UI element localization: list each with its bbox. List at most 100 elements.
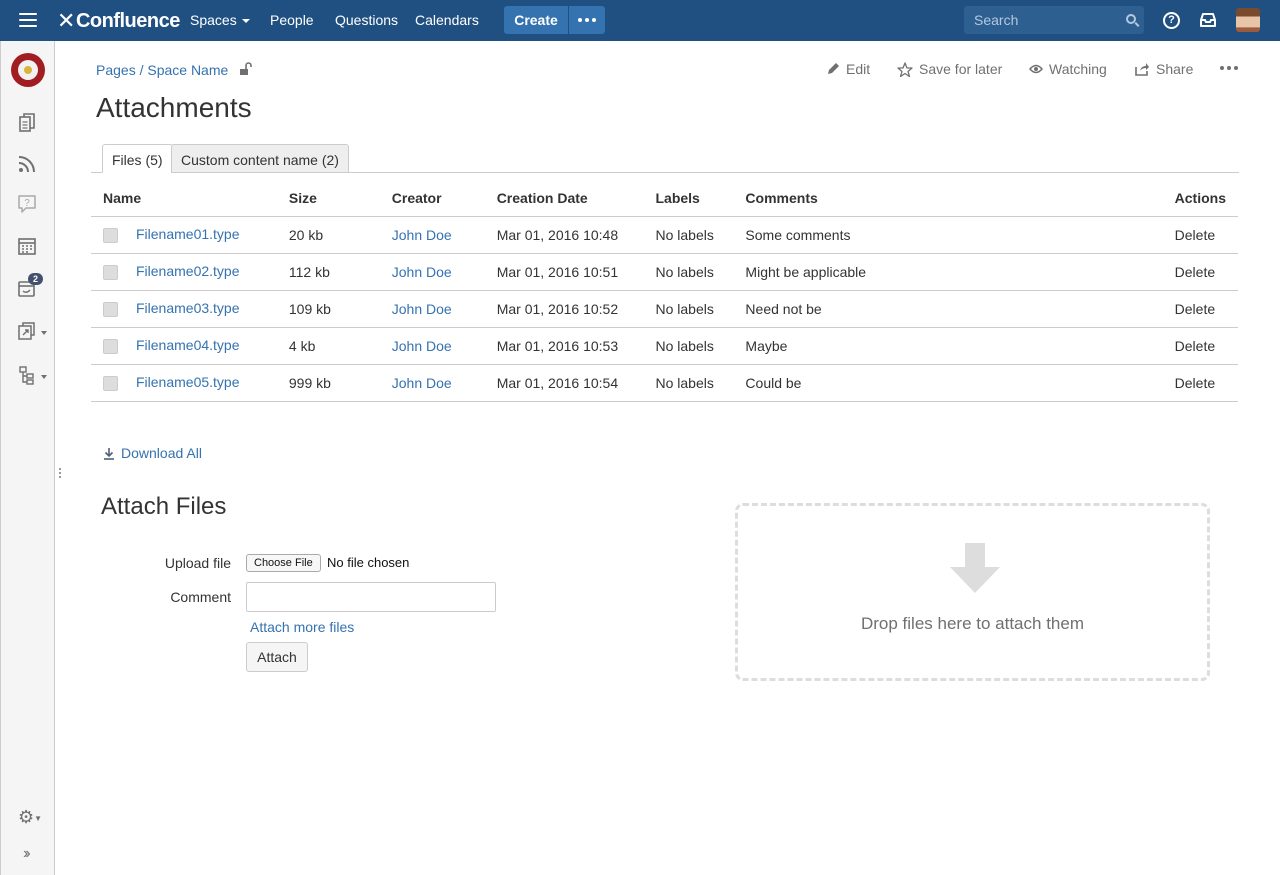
file-checkbox[interactable] xyxy=(103,375,118,391)
delete-button[interactable]: Delete xyxy=(1162,216,1238,254)
attach-more-files-link[interactable]: Attach more files xyxy=(250,619,354,635)
file-checkbox[interactable] xyxy=(103,338,118,354)
more-actions-button[interactable] xyxy=(1220,66,1238,70)
comment-cell: Need not be xyxy=(733,290,1163,328)
sidebar: ? 2 ⚙▼ ›› xyxy=(0,41,55,875)
create-button[interactable]: Create xyxy=(504,6,568,34)
creator-link[interactable]: John Doe xyxy=(379,253,485,291)
edit-button[interactable]: Edit xyxy=(826,61,870,77)
notification-badge: 2 xyxy=(28,273,44,285)
size-cell: 109 kb xyxy=(276,290,380,328)
size-cell: 4 kb xyxy=(276,327,380,365)
delete-button[interactable]: Delete xyxy=(1162,327,1238,365)
pages-icon[interactable] xyxy=(17,113,37,133)
attach-files-heading: Attach Files xyxy=(101,493,227,520)
watching-button[interactable]: Watching xyxy=(1029,61,1107,77)
nav-spaces[interactable]: Spaces xyxy=(190,12,250,28)
date-cell: Mar 01, 2016 10:52 xyxy=(484,290,644,328)
column-header-name: Name xyxy=(91,180,277,217)
comment-cell: Some comments xyxy=(733,216,1163,254)
file-checkbox[interactable] xyxy=(103,227,118,243)
calendar-icon[interactable] xyxy=(17,236,37,256)
chevron-down-icon[interactable] xyxy=(41,331,47,335)
attach-button[interactable]: Attach xyxy=(246,642,308,672)
date-cell: Mar 01, 2016 10:51 xyxy=(484,253,644,291)
download-all-link[interactable]: Download All xyxy=(103,445,202,461)
search-input[interactable]: Search xyxy=(964,6,1144,34)
edit-label: Edit xyxy=(846,61,871,77)
creator-link[interactable]: John Doe xyxy=(379,327,485,365)
file-checkbox[interactable] xyxy=(103,301,118,317)
user-avatar[interactable] xyxy=(1236,8,1260,32)
nav-calendars[interactable]: Calendars xyxy=(415,12,479,28)
search-icon xyxy=(1126,14,1136,24)
expand-sidebar-icon[interactable]: ›› xyxy=(23,845,30,863)
file-link[interactable]: Filename05.type xyxy=(136,374,240,390)
shortcuts-icon[interactable] xyxy=(17,321,37,341)
size-cell: 112 kb xyxy=(276,253,380,291)
labels-cell: No labels xyxy=(643,327,734,365)
svg-text:?: ? xyxy=(24,198,30,209)
nav-spaces-label: Spaces xyxy=(190,12,237,28)
table-row: Filename01.type 20 kb John Doe Mar 01, 2… xyxy=(91,216,1238,254)
help-icon[interactable]: ? xyxy=(1163,12,1180,29)
comment-cell: Might be applicable xyxy=(733,253,1163,291)
file-link[interactable]: Filename04.type xyxy=(136,337,240,353)
tab-files[interactable]: Files (5) xyxy=(102,144,173,173)
attachment-tabs: Files (5) Custom content name (2) xyxy=(91,144,1239,173)
nav-people[interactable]: People xyxy=(270,12,314,28)
unlocked-icon[interactable] xyxy=(239,62,252,76)
nav-questions[interactable]: Questions xyxy=(335,12,398,28)
notifications-icon[interactable] xyxy=(1200,13,1216,27)
breadcrumb[interactable]: Pages / Space Name xyxy=(96,62,228,78)
table-row: Filename03.type 109 kb John Doe Mar 01, … xyxy=(91,290,1238,328)
creator-link[interactable]: John Doe xyxy=(379,290,485,328)
page-title: Attachments xyxy=(96,92,252,123)
questions-icon[interactable]: ? xyxy=(17,194,37,214)
file-link[interactable]: Filename01.type xyxy=(136,226,240,242)
menu-icon[interactable] xyxy=(19,13,37,27)
delete-button[interactable]: Delete xyxy=(1162,290,1238,328)
creator-link[interactable]: John Doe xyxy=(379,364,485,402)
labels-cell: No labels xyxy=(643,216,734,254)
share-button[interactable]: Share xyxy=(1134,61,1193,77)
table-row: Filename05.type 999 kb John Doe Mar 01, … xyxy=(91,364,1238,402)
page-tree-icon[interactable] xyxy=(17,365,37,385)
table-header-row: Name Size Creator Creation Date Labels C… xyxy=(91,180,1238,217)
date-cell: Mar 01, 2016 10:48 xyxy=(484,216,644,254)
search-placeholder: Search xyxy=(974,12,1019,28)
save-for-later-button[interactable]: Save for later xyxy=(897,61,1002,77)
file-checkbox[interactable] xyxy=(103,264,118,280)
create-more-button[interactable] xyxy=(569,6,605,34)
comment-label: Comment xyxy=(170,589,231,605)
logo-text: Confluence xyxy=(75,9,180,32)
gear-icon[interactable]: ⚙▼ xyxy=(18,807,42,828)
rss-feed-icon[interactable] xyxy=(17,154,37,174)
column-header-size: Size xyxy=(276,180,380,217)
comment-field[interactable] xyxy=(246,582,496,612)
choose-file-button[interactable]: Choose File xyxy=(246,554,321,572)
confluence-logo[interactable]: ✕ Confluence xyxy=(57,8,180,34)
tab-custom-content[interactable]: Custom content name (2) xyxy=(171,144,349,173)
name-cell: Filename04.type xyxy=(91,327,277,365)
name-cell: Filename03.type xyxy=(91,290,277,328)
download-icon xyxy=(104,447,114,460)
file-drop-zone[interactable]: Drop files here to attach them xyxy=(735,503,1210,681)
star-icon xyxy=(897,61,913,77)
space-logo[interactable] xyxy=(11,53,45,87)
comment-cell: Could be xyxy=(733,364,1163,402)
table-row: Filename04.type 4 kb John Doe Mar 01, 20… xyxy=(91,327,1238,365)
size-cell: 999 kb xyxy=(276,364,380,402)
eye-icon xyxy=(1029,64,1043,74)
sidebar-resize-handle[interactable] xyxy=(59,468,62,482)
delete-button[interactable]: Delete xyxy=(1162,364,1238,402)
delete-button[interactable]: Delete xyxy=(1162,253,1238,291)
name-cell: Filename02.type xyxy=(91,253,277,291)
chevron-down-icon[interactable] xyxy=(41,375,47,379)
size-cell: 20 kb xyxy=(276,216,380,254)
arrow-down-icon xyxy=(950,543,1000,593)
file-link[interactable]: Filename03.type xyxy=(136,300,240,316)
creator-link[interactable]: John Doe xyxy=(379,216,485,254)
file-link[interactable]: Filename02.type xyxy=(136,263,240,279)
pencil-icon xyxy=(828,63,839,74)
